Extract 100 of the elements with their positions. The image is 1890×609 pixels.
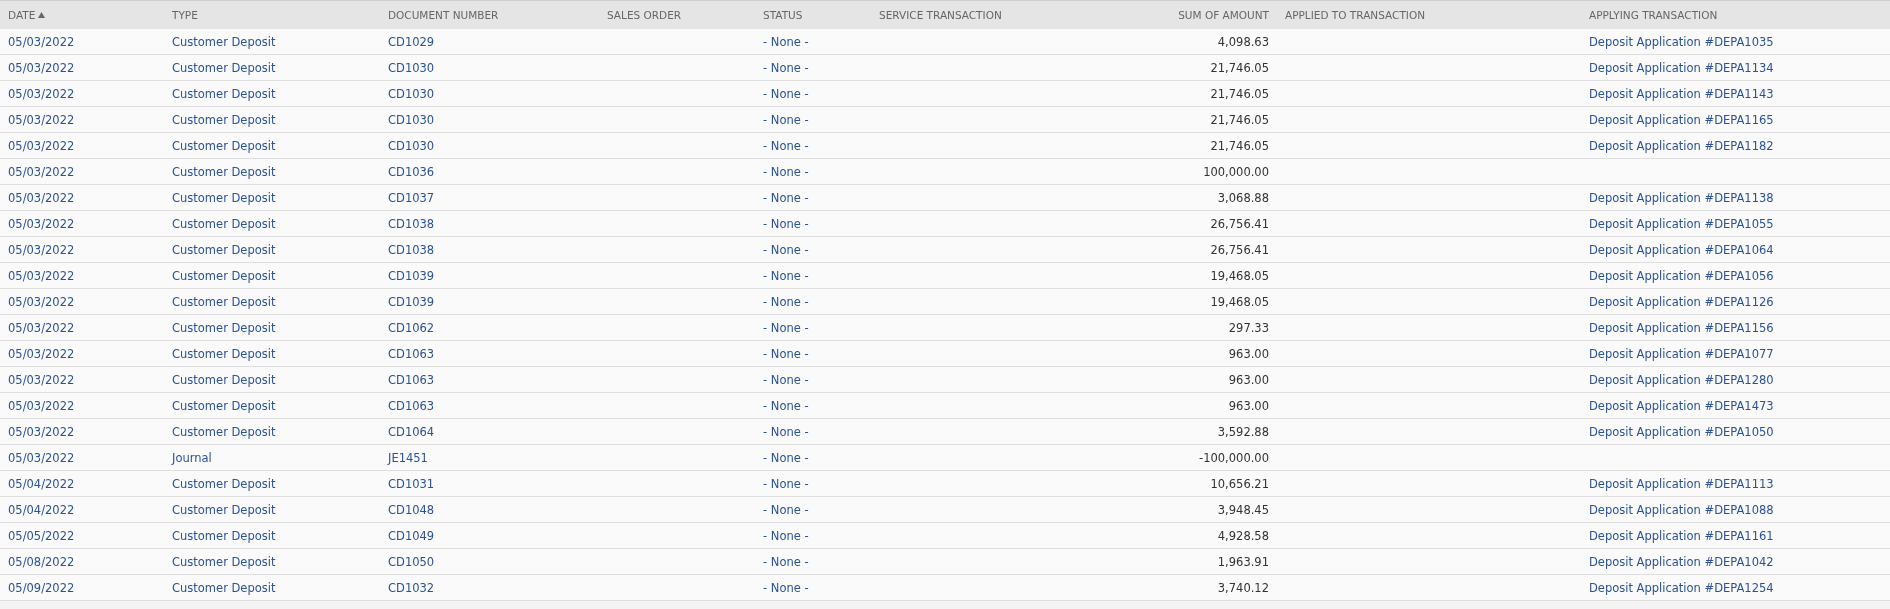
date-link[interactable]: 05/03/2022 xyxy=(8,424,75,439)
date-link[interactable]: 05/03/2022 xyxy=(8,138,75,153)
applying-transaction-link[interactable]: Deposit Application #DEPA1042 xyxy=(1589,554,1774,569)
document-link[interactable]: CD1029 xyxy=(388,34,435,49)
document-link[interactable]: CD1030 xyxy=(388,112,435,127)
amount-cell: 3,068.88 xyxy=(1217,190,1269,205)
column-header[interactable]: APPLYING TRANSACTION xyxy=(1589,9,1718,21)
document-link[interactable]: CD1032 xyxy=(388,580,435,595)
applying-transaction-link[interactable]: Deposit Application #DEPA1113 xyxy=(1589,476,1774,491)
applying-transaction-link[interactable]: Deposit Application #DEPA1126 xyxy=(1589,294,1774,309)
date-link[interactable]: 05/03/2022 xyxy=(8,34,75,49)
type-link[interactable]: Customer Deposit xyxy=(172,476,276,491)
applying-transaction-link[interactable]: Deposit Application #DEPA1473 xyxy=(1589,398,1774,413)
column-header[interactable]: TYPE xyxy=(172,9,198,21)
type-link[interactable]: Customer Deposit xyxy=(172,424,276,439)
date-link[interactable]: 05/04/2022 xyxy=(8,502,75,517)
type-link[interactable]: Customer Deposit xyxy=(172,242,276,257)
applying-transaction-link[interactable]: Deposit Application #DEPA1182 xyxy=(1589,138,1774,153)
date-link[interactable]: 05/03/2022 xyxy=(8,268,75,283)
applying-transaction-link[interactable]: Deposit Application #DEPA1161 xyxy=(1589,528,1774,543)
type-link[interactable]: Customer Deposit xyxy=(172,34,276,49)
column-header[interactable]: APPLIED TO TRANSACTION xyxy=(1285,9,1425,21)
document-link[interactable]: CD1030 xyxy=(388,60,435,75)
document-link[interactable]: CD1048 xyxy=(388,502,435,517)
type-link[interactable]: Customer Deposit xyxy=(172,554,276,569)
document-link[interactable]: CD1049 xyxy=(388,528,435,543)
document-link[interactable]: JE1451 xyxy=(388,450,428,465)
applying-transaction-link[interactable]: Deposit Application #DEPA1254 xyxy=(1589,580,1774,595)
date-link[interactable]: 05/03/2022 xyxy=(8,112,75,127)
type-link[interactable]: Customer Deposit xyxy=(172,164,276,179)
document-link[interactable]: CD1064 xyxy=(388,424,435,439)
document-link[interactable]: CD1030 xyxy=(388,138,435,153)
document-link[interactable]: CD1063 xyxy=(388,398,435,413)
document-link[interactable]: CD1039 xyxy=(388,268,435,283)
document-link[interactable]: CD1063 xyxy=(388,372,435,387)
document-link[interactable]: CD1050 xyxy=(388,554,435,569)
applying-transaction-link[interactable]: Deposit Application #DEPA1055 xyxy=(1589,216,1774,231)
type-link[interactable]: Customer Deposit xyxy=(172,216,276,231)
type-link[interactable]: Customer Deposit xyxy=(172,86,276,101)
date-link[interactable]: 05/03/2022 xyxy=(8,242,75,257)
column-header[interactable]: DATE xyxy=(8,9,46,21)
applying-transaction-link[interactable]: Deposit Application #DEPA1165 xyxy=(1589,112,1774,127)
type-link[interactable]: Journal xyxy=(172,450,212,465)
applying-transaction-link[interactable]: Deposit Application #DEPA1077 xyxy=(1589,346,1774,361)
document-link[interactable]: CD1036 xyxy=(388,164,435,179)
document-link[interactable]: CD1038 xyxy=(388,216,435,231)
date-link[interactable]: 05/03/2022 xyxy=(8,372,75,387)
applying-transaction-link[interactable]: Deposit Application #DEPA1156 xyxy=(1589,320,1774,335)
document-link[interactable]: CD1031 xyxy=(388,476,435,491)
type-link[interactable]: Customer Deposit xyxy=(172,580,276,595)
column-header[interactable]: SUM OF AMOUNT xyxy=(1178,9,1269,21)
date-link[interactable]: 05/03/2022 xyxy=(8,320,75,335)
applying-transaction-link[interactable]: Deposit Application #DEPA1143 xyxy=(1589,86,1774,101)
type-link[interactable]: Customer Deposit xyxy=(172,346,276,361)
type-link[interactable]: Customer Deposit xyxy=(172,60,276,75)
applying-transaction-link[interactable]: Deposit Application #DEPA1050 xyxy=(1589,424,1774,439)
applying-transaction-link[interactable]: Deposit Application #DEPA1134 xyxy=(1589,60,1774,75)
date-link[interactable]: 05/03/2022 xyxy=(8,216,75,231)
type-link[interactable]: Customer Deposit xyxy=(172,294,276,309)
date-link[interactable]: 05/03/2022 xyxy=(8,60,75,75)
status-text: - None - xyxy=(763,346,809,361)
applying-transaction-link[interactable]: Deposit Application #DEPA1035 xyxy=(1589,34,1774,49)
applying-transaction-link[interactable]: Deposit Application #DEPA1138 xyxy=(1589,190,1774,205)
document-link[interactable]: CD1038 xyxy=(388,242,435,257)
date-link[interactable]: 05/03/2022 xyxy=(8,398,75,413)
type-link[interactable]: Customer Deposit xyxy=(172,398,276,413)
type-link[interactable]: Customer Deposit xyxy=(172,268,276,283)
amount-cell: 21,746.05 xyxy=(1210,60,1269,75)
document-link[interactable]: CD1030 xyxy=(388,86,435,101)
date-link[interactable]: 05/09/2022 xyxy=(8,580,75,595)
column-header[interactable]: SERVICE TRANSACTION xyxy=(879,9,1002,21)
type-link[interactable]: Customer Deposit xyxy=(172,320,276,335)
date-link[interactable]: 05/03/2022 xyxy=(8,450,75,465)
document-link[interactable]: CD1039 xyxy=(388,294,435,309)
applying-transaction-link[interactable]: Deposit Application #DEPA1056 xyxy=(1589,268,1774,283)
type-link[interactable]: Customer Deposit xyxy=(172,528,276,543)
applying-transaction-link[interactable]: Deposit Application #DEPA1088 xyxy=(1589,502,1774,517)
date-link[interactable]: 05/05/2022 xyxy=(8,528,75,543)
type-link[interactable]: Customer Deposit xyxy=(172,138,276,153)
column-header[interactable]: DOCUMENT NUMBER xyxy=(388,9,499,21)
status-text: - None - xyxy=(763,528,809,543)
column-header[interactable]: SALES ORDER xyxy=(607,9,682,21)
type-link[interactable]: Customer Deposit xyxy=(172,112,276,127)
date-link[interactable]: 05/03/2022 xyxy=(8,190,75,205)
applying-transaction-link[interactable]: Deposit Application #DEPA1280 xyxy=(1589,372,1774,387)
date-link[interactable]: 05/08/2022 xyxy=(8,554,75,569)
applying-transaction-link[interactable]: Deposit Application #DEPA1064 xyxy=(1589,242,1774,257)
document-link[interactable]: CD1037 xyxy=(388,190,435,205)
date-link[interactable]: 05/03/2022 xyxy=(8,294,75,309)
status-text: - None - xyxy=(763,60,809,75)
type-link[interactable]: Customer Deposit xyxy=(172,190,276,205)
column-header[interactable]: STATUS xyxy=(763,9,803,21)
document-link[interactable]: CD1062 xyxy=(388,320,435,335)
document-link[interactable]: CD1063 xyxy=(388,346,435,361)
date-link[interactable]: 05/04/2022 xyxy=(8,476,75,491)
date-link[interactable]: 05/03/2022 xyxy=(8,86,75,101)
date-link[interactable]: 05/03/2022 xyxy=(8,164,75,179)
date-link[interactable]: 05/03/2022 xyxy=(8,346,75,361)
type-link[interactable]: Customer Deposit xyxy=(172,502,276,517)
type-link[interactable]: Customer Deposit xyxy=(172,372,276,387)
